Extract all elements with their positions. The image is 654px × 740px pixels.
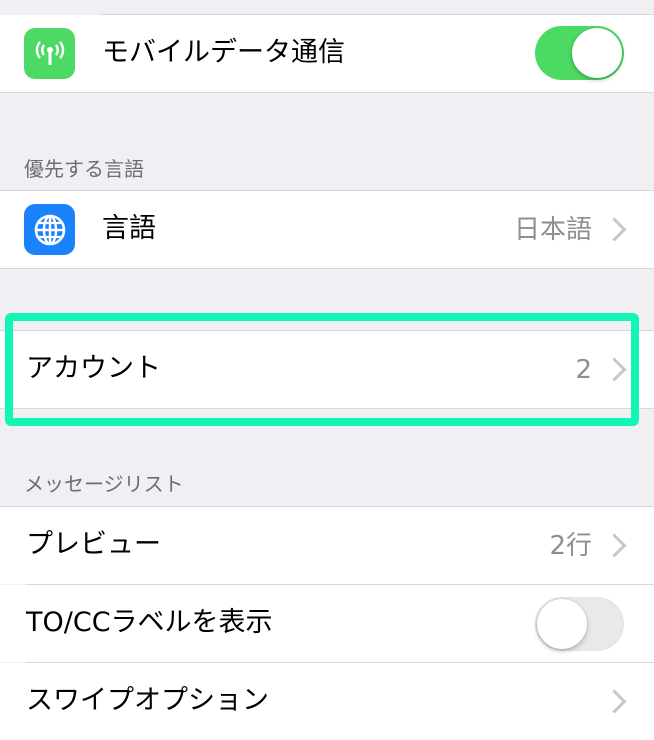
separator bbox=[0, 92, 654, 93]
preview-value: 2行 bbox=[549, 531, 592, 561]
to-cc-label-row: TO/CCラベルを表示 bbox=[0, 585, 654, 662]
globe-icon bbox=[24, 204, 75, 255]
preferred-language-header: 優先する言語 bbox=[24, 157, 144, 181]
mobile-data-toggle[interactable] bbox=[535, 26, 624, 80]
language-value: 日本語 bbox=[513, 215, 592, 245]
swipe-options-label: スワイプオプション bbox=[26, 685, 269, 716]
highlight-box bbox=[5, 313, 639, 426]
swipe-options-row[interactable]: スワイプオプション bbox=[0, 663, 654, 740]
to-cc-label: TO/CCラベルを表示 bbox=[26, 607, 273, 638]
chevron-right-icon bbox=[602, 533, 627, 558]
mobile-data-label: モバイルデータ通信 bbox=[102, 37, 345, 68]
chevron-right-icon bbox=[602, 217, 627, 242]
separator bbox=[0, 268, 654, 269]
message-list-header: メッセージリスト bbox=[24, 472, 184, 496]
mobile-data-row[interactable]: モバイルデータ通信 bbox=[0, 15, 654, 92]
chevron-right-icon bbox=[602, 689, 627, 714]
language-row[interactable]: 言語 日本語 bbox=[0, 191, 654, 268]
preview-label: プレビュー bbox=[26, 529, 161, 560]
language-label: 言語 bbox=[102, 213, 156, 244]
antenna-icon bbox=[24, 28, 75, 79]
preview-row[interactable]: プレビュー 2行 bbox=[0, 507, 654, 584]
to-cc-toggle[interactable] bbox=[535, 597, 624, 651]
